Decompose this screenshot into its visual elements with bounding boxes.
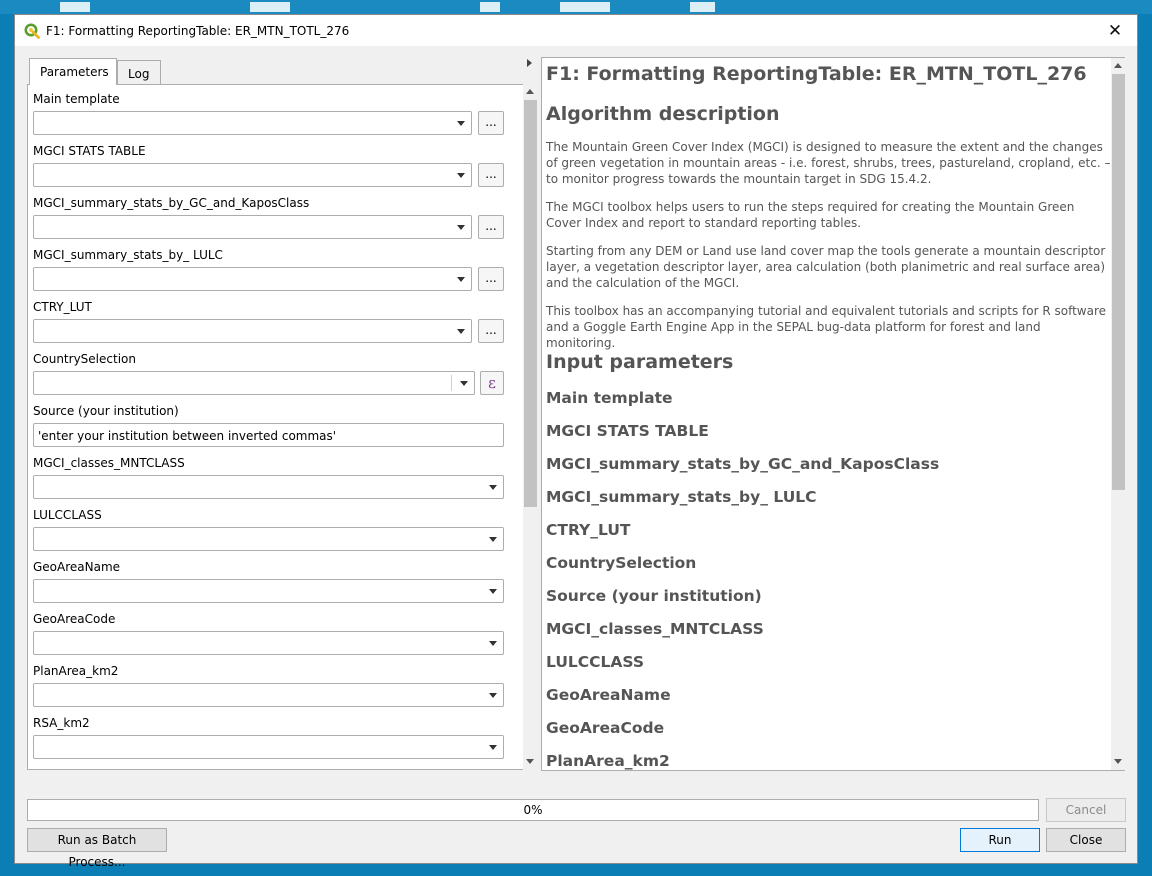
country-selection-combo[interactable] bbox=[33, 371, 475, 395]
scroll-down-icon[interactable] bbox=[1114, 759, 1122, 764]
param-label-ctry-lut: CTRY_LUT bbox=[33, 300, 92, 314]
chevron-down-icon bbox=[489, 745, 497, 750]
main-template-combo[interactable] bbox=[33, 111, 472, 135]
chevron-down-icon bbox=[457, 173, 465, 178]
help-param-name: CTRY_LUT bbox=[546, 521, 631, 539]
param-label-main-template: Main template bbox=[33, 92, 120, 106]
help-param-name: LULCCLASS bbox=[546, 653, 645, 671]
algorithm-description-heading: Algorithm description bbox=[546, 103, 780, 125]
help-param-name: Main template bbox=[546, 389, 673, 407]
help-paragraph: The Mountain Green Cover Index (MGCI) is… bbox=[546, 140, 1111, 186]
parameters-scrollbar[interactable] bbox=[523, 84, 538, 770]
help-param-name: GeoAreaCode bbox=[546, 719, 665, 737]
tab-log[interactable]: Log bbox=[117, 60, 161, 84]
chevron-down-icon bbox=[489, 537, 497, 542]
help-param-name: MGCI_classes_MNTCLASS bbox=[546, 620, 764, 638]
param-label-summary-lulc: MGCI_summary_stats_by_ LULC bbox=[33, 248, 223, 262]
scroll-down-icon[interactable] bbox=[526, 759, 534, 764]
param-label-rsa: RSA_km2 bbox=[33, 716, 90, 730]
scroll-up-icon[interactable] bbox=[1114, 63, 1122, 68]
param-label-mgci-stats-table: MGCI STATS TABLE bbox=[33, 144, 146, 158]
help-title: F1: Formatting ReportingTable: ER_MTN_TO… bbox=[546, 63, 1087, 85]
window-title: F1: Formatting ReportingTable: ER_MTN_TO… bbox=[46, 23, 350, 38]
chevron-down-icon bbox=[457, 121, 465, 126]
processing-dialog: F1: Formatting ReportingTable: ER_MTN_TO… bbox=[14, 14, 1138, 869]
help-scrollbar[interactable] bbox=[1111, 58, 1126, 770]
close-icon[interactable]: ✕ bbox=[1093, 15, 1137, 46]
summary-gc-kapos-combo[interactable] bbox=[33, 215, 472, 239]
rsa-combo[interactable] bbox=[33, 735, 504, 759]
param-label-lulcclass: LULCCLASS bbox=[33, 508, 102, 522]
mntclass-combo[interactable] bbox=[33, 475, 504, 499]
run-button[interactable]: Run bbox=[960, 828, 1040, 852]
summary-lulc-browse-button[interactable]: ... bbox=[478, 267, 504, 291]
lulcclass-combo[interactable] bbox=[33, 527, 504, 551]
help-param-name: GeoAreaName bbox=[546, 686, 671, 704]
chevron-down-icon bbox=[489, 589, 497, 594]
planarea-combo[interactable] bbox=[33, 683, 504, 707]
expression-epsilon-icon[interactable]: ε bbox=[480, 371, 504, 395]
parameters-scroll-thumb[interactable] bbox=[524, 100, 537, 507]
parameters-panel: Main template ... MGCI STATS TABLE ... M… bbox=[27, 84, 524, 770]
close-button[interactable]: Close bbox=[1046, 828, 1126, 852]
cancel-button[interactable]: Cancel bbox=[1046, 798, 1126, 822]
chevron-down-icon bbox=[489, 485, 497, 490]
param-label-geoareacode: GeoAreaCode bbox=[33, 612, 116, 626]
summary-gc-kapos-browse-button[interactable]: ... bbox=[478, 215, 504, 239]
progress-bar: 0% bbox=[27, 799, 1039, 821]
chevron-down-icon bbox=[489, 641, 497, 646]
help-paragraph: The MGCI toolbox helps users to run the … bbox=[546, 200, 1075, 230]
mgci-stats-table-browse-button[interactable]: ... bbox=[478, 163, 504, 187]
chevron-down-icon bbox=[460, 381, 468, 386]
desktop-background-strip bbox=[0, 0, 1152, 14]
chevron-down-icon bbox=[457, 329, 465, 334]
collapse-arrow-icon[interactable] bbox=[527, 59, 532, 67]
param-label-country-selection: CountrySelection bbox=[33, 352, 136, 366]
run-as-batch-button[interactable]: Run as Batch Process... bbox=[27, 828, 167, 869]
summary-lulc-combo[interactable] bbox=[33, 267, 472, 291]
geoareaname-combo[interactable] bbox=[33, 579, 504, 603]
ctry-lut-browse-button[interactable]: ... bbox=[478, 319, 504, 343]
param-label-summary-gc-kapos: MGCI_summary_stats_by_GC_and_KaposClass bbox=[33, 196, 310, 210]
help-param-name: MGCI_summary_stats_by_ LULC bbox=[546, 488, 817, 506]
source-institution-input[interactable]: 'enter your institution between inverted… bbox=[33, 423, 504, 447]
chevron-down-icon bbox=[489, 693, 497, 698]
qgis-logo-icon bbox=[24, 23, 40, 39]
help-scroll-thumb[interactable] bbox=[1112, 74, 1125, 490]
param-label-geoareaname: GeoAreaName bbox=[33, 560, 121, 574]
tab-parameters[interactable]: Parameters bbox=[29, 58, 117, 85]
main-template-browse-button[interactable]: ... bbox=[478, 111, 504, 135]
param-label-mntclass: MGCI_classes_MNTCLASS bbox=[33, 456, 185, 470]
param-label-source: Source (your institution) bbox=[33, 404, 179, 418]
help-panel: F1: Formatting ReportingTable: ER_MTN_TO… bbox=[541, 57, 1125, 771]
help-param-name: CountrySelection bbox=[546, 554, 697, 572]
mgci-stats-table-combo[interactable] bbox=[33, 163, 472, 187]
input-parameters-heading: Input parameters bbox=[546, 351, 734, 373]
ctry-lut-combo[interactable] bbox=[33, 319, 472, 343]
title-bar: F1: Formatting ReportingTable: ER_MTN_TO… bbox=[15, 15, 1137, 46]
help-param-name: MGCI STATS TABLE bbox=[546, 422, 709, 440]
scroll-up-icon[interactable] bbox=[526, 89, 534, 94]
geoareacode-combo[interactable] bbox=[33, 631, 504, 655]
param-label-planarea: PlanArea_km2 bbox=[33, 664, 119, 678]
help-paragraph: Starting from any DEM or Land use land c… bbox=[546, 244, 1106, 290]
help-paragraph: This toolbox has an accompanying tutoria… bbox=[546, 304, 1107, 350]
chevron-down-icon bbox=[457, 225, 465, 230]
chevron-down-icon bbox=[457, 277, 465, 282]
help-param-name: MGCI_summary_stats_by_GC_and_KaposClass bbox=[546, 455, 940, 473]
help-param-name: PlanArea_km2 bbox=[546, 752, 670, 770]
help-param-name: Source (your institution) bbox=[546, 587, 762, 605]
